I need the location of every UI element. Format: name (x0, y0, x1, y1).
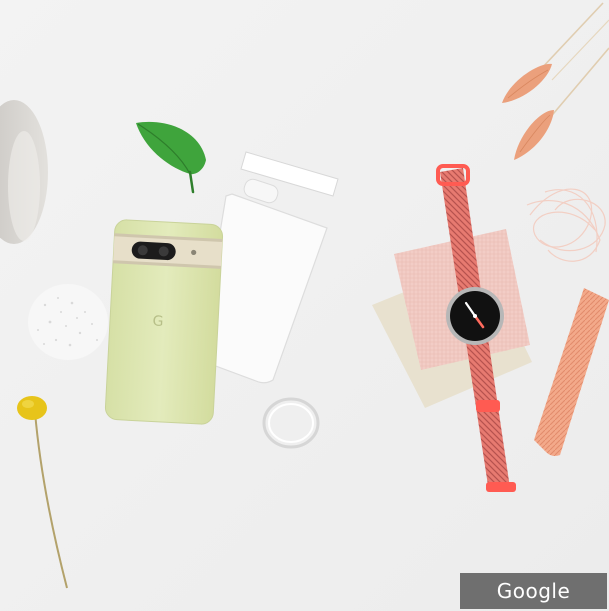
glitter-pile (28, 284, 108, 360)
phone: G (104, 219, 224, 425)
google-watermark: Google (460, 573, 607, 609)
photo-scene: G Google (0, 0, 609, 611)
photo-illustration: G (0, 0, 609, 611)
phone-logo: G (152, 313, 164, 330)
